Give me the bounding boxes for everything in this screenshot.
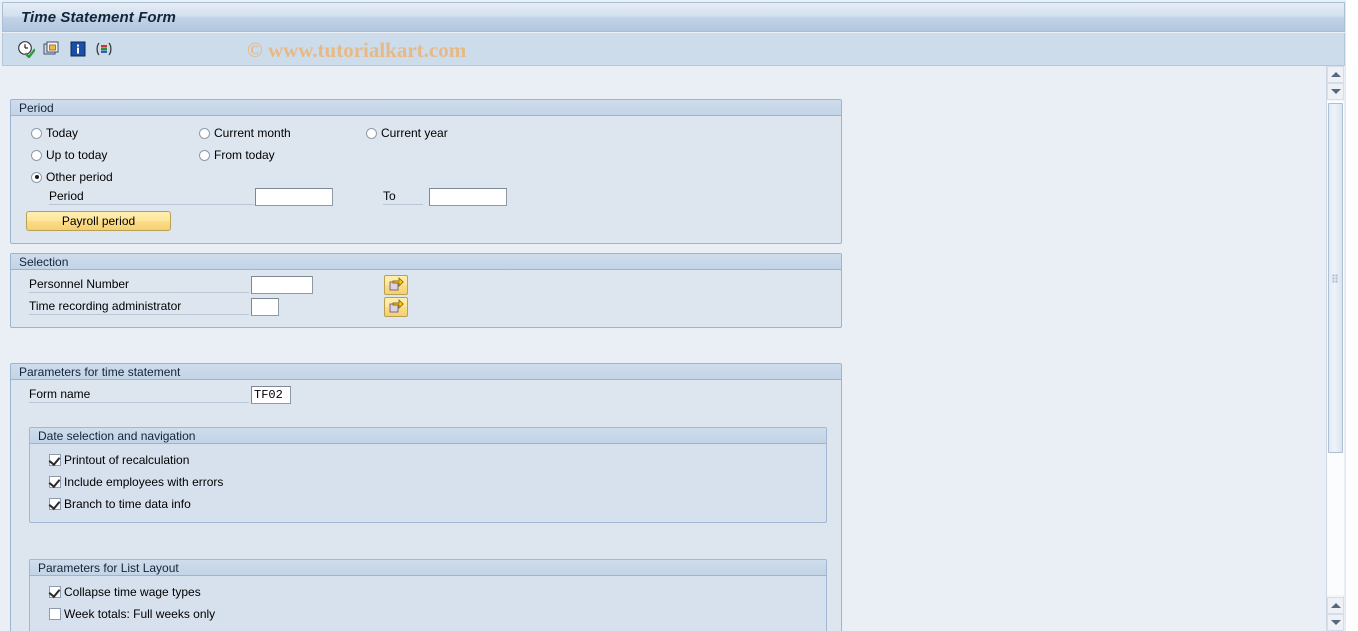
checkbox-include-employees-with-errors-label: Include employees with errors (64, 475, 224, 489)
page-title: Time Statement Form (21, 8, 176, 26)
radio-current-month[interactable]: Current month (199, 126, 291, 140)
radio-other-period[interactable]: Other period (31, 170, 113, 184)
personnel-number-label: Personnel Number (29, 277, 249, 293)
checkbox-branch-to-time-data-info[interactable]: Branch to time data info (49, 497, 191, 511)
to-field-label: To (383, 189, 423, 205)
selection-group-header: Selection (11, 254, 841, 270)
checkbox-branch-to-time-data-info-box[interactable] (49, 498, 61, 510)
scroll-down-button[interactable] (1327, 614, 1344, 631)
scroll-up-button-bottom[interactable] (1327, 597, 1344, 614)
execute-clock-icon[interactable] (17, 40, 35, 58)
radio-from-today[interactable]: From today (199, 148, 275, 162)
radio-other-period-label: Other period (46, 170, 113, 184)
period-field-label: Period (49, 189, 254, 205)
checkbox-include-employees-with-errors-box[interactable] (49, 476, 61, 488)
scroll-down-button-top[interactable] (1327, 83, 1344, 100)
window-vertical-scrollbar[interactable] (1345, 0, 1358, 631)
checkbox-week-totals-full-weeks-only-label: Week totals: Full weeks only (64, 607, 216, 621)
time-recording-administrator-label: Time recording administrator (29, 299, 249, 315)
multiple-selection-arrow-icon (389, 298, 404, 316)
execute-background-icon[interactable] (43, 40, 61, 58)
info-icon[interactable] (69, 40, 87, 58)
scrollbar-track[interactable] (1327, 101, 1344, 595)
personnel-number-multiple-selection-button[interactable] (384, 275, 408, 295)
variant-icon[interactable] (95, 40, 113, 58)
parameters-group-header: Parameters for time statement (11, 364, 841, 380)
chevron-down-icon (1330, 620, 1341, 625)
radio-from-today-button[interactable] (199, 149, 210, 161)
personnel-number-input[interactable] (251, 276, 313, 294)
parameters-group-title: Parameters for time statement (19, 364, 181, 379)
radio-current-month-label: Current month (214, 126, 291, 140)
period-group-title: Period (19, 100, 54, 115)
selection-group: Selection Personnel Number Time recordin… (10, 253, 842, 328)
form-name-input[interactable] (251, 386, 291, 404)
time-recording-administrator-multiple-selection-button[interactable] (384, 297, 408, 317)
checkbox-collapse-time-wage-types-label: Collapse time wage types (64, 585, 201, 599)
parameters-for-list-layout-group: Parameters for List Layout Collapse time… (29, 559, 827, 631)
parameters-for-time-statement-group: Parameters for time statement Form name … (10, 363, 842, 631)
radio-current-year-button[interactable] (366, 127, 377, 139)
window-title-bar: Time Statement Form (2, 2, 1345, 32)
checkbox-week-totals-full-weeks-only-box[interactable] (49, 608, 61, 620)
period-to-input[interactable] (429, 188, 507, 206)
checkbox-branch-to-time-data-info-label: Branch to time data info (64, 497, 191, 511)
form-name-label: Form name (29, 387, 249, 403)
checkbox-week-totals-full-weeks-only[interactable]: Week totals: Full weeks only (49, 607, 215, 621)
selection-screen-content: Period Today Current month Current year … (2, 66, 1324, 631)
list-layout-group-title: Parameters for List Layout (38, 560, 179, 575)
radio-current-year[interactable]: Current year (366, 126, 448, 140)
chevron-up-icon (1330, 72, 1341, 77)
radio-up-to-today[interactable]: Up to today (31, 148, 107, 162)
scrollbar-grip-icon (1332, 274, 1339, 283)
radio-from-today-label: From today (214, 148, 275, 162)
payroll-period-label: Payroll period (61, 214, 136, 228)
date-selection-group-header: Date selection and navigation (30, 428, 826, 444)
sap-gui-window: Time Statement Form © www.tutorialkart.c… (0, 0, 1358, 631)
content-vertical-scrollbar[interactable] (1326, 66, 1344, 631)
radio-today-button[interactable] (31, 127, 42, 139)
date-selection-group-title: Date selection and navigation (38, 428, 196, 443)
radio-current-year-label: Current year (381, 126, 448, 140)
chevron-down-icon (1330, 89, 1341, 94)
checkbox-printout-of-recalculation-label: Printout of recalculation (64, 453, 190, 467)
radio-other-period-button[interactable] (31, 171, 42, 183)
payroll-period-button[interactable]: Payroll period (26, 211, 171, 231)
scrollbar-thumb[interactable] (1328, 103, 1343, 453)
radio-current-month-button[interactable] (199, 127, 210, 139)
radio-up-to-today-button[interactable] (31, 149, 42, 161)
multiple-selection-arrow-icon (389, 276, 404, 294)
date-selection-and-navigation-group: Date selection and navigation Printout o… (29, 427, 827, 523)
chevron-up-icon (1330, 603, 1341, 608)
scroll-up-button[interactable] (1327, 66, 1344, 83)
radio-today-label: Today (46, 126, 79, 140)
checkbox-include-employees-with-errors[interactable]: Include employees with errors (49, 475, 223, 489)
time-recording-administrator-input[interactable] (251, 298, 279, 316)
checkbox-printout-of-recalculation[interactable]: Printout of recalculation (49, 453, 189, 467)
radio-today[interactable]: Today (31, 126, 78, 140)
period-from-input[interactable] (255, 188, 333, 206)
period-group-header: Period (11, 100, 841, 116)
radio-up-to-today-label: Up to today (46, 148, 108, 162)
application-toolbar (2, 33, 1345, 66)
checkbox-collapse-time-wage-types[interactable]: Collapse time wage types (49, 585, 201, 599)
list-layout-group-header: Parameters for List Layout (30, 560, 826, 576)
period-group: Period Today Current month Current year … (10, 99, 842, 244)
checkbox-collapse-time-wage-types-box[interactable] (49, 586, 61, 598)
selection-group-title: Selection (19, 254, 69, 269)
checkbox-printout-of-recalculation-box[interactable] (49, 454, 61, 466)
